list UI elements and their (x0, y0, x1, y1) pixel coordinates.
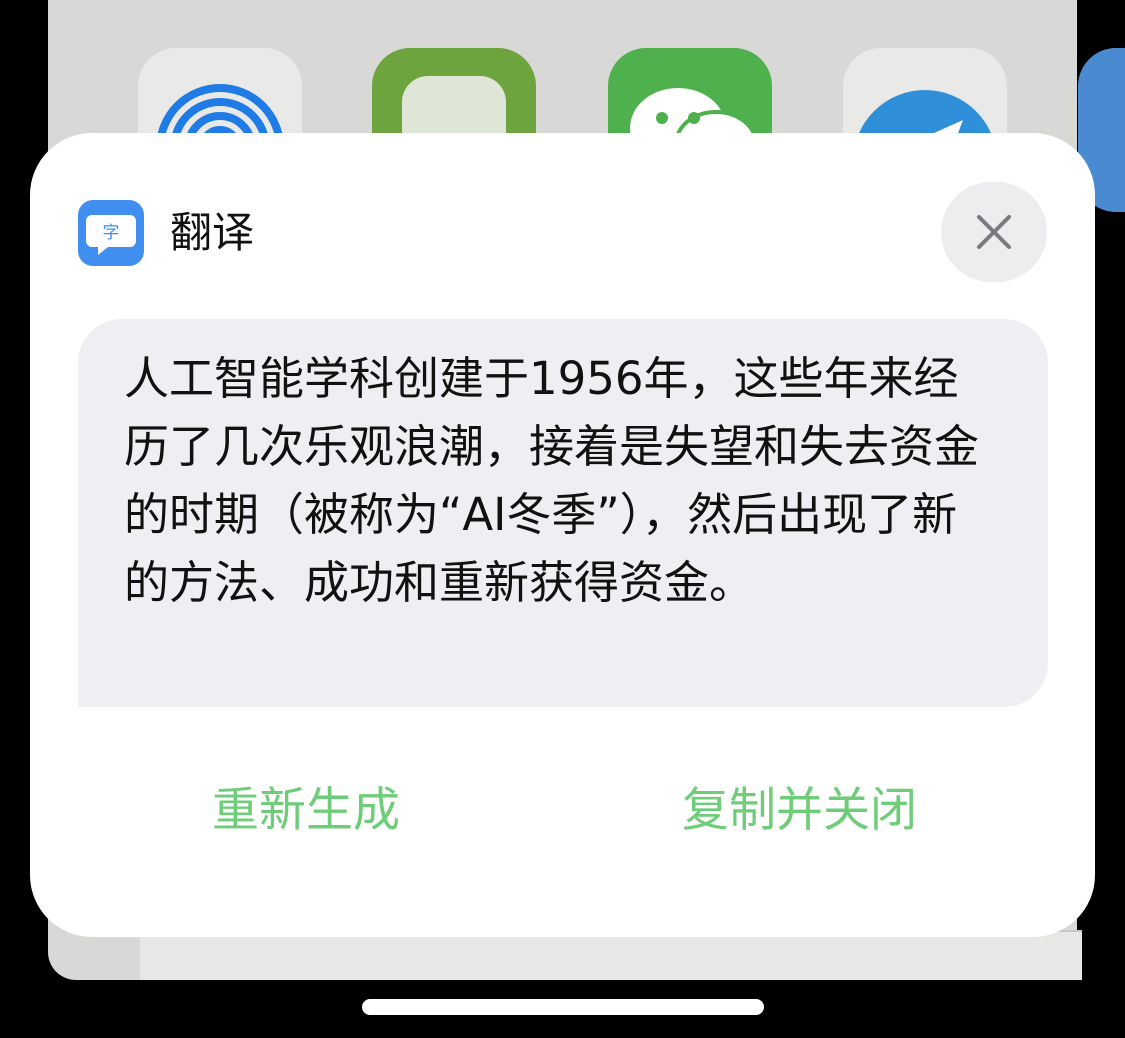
translate-char-icon: 字 (78, 200, 144, 266)
close-icon (977, 215, 1011, 249)
home-indicator[interactable] (362, 999, 764, 1015)
translation-result-text: 人工智能学科创建于1956年，这些年来经历了几次乐观浪潮，接着是失望和失去资金的… (124, 352, 980, 609)
app-icon-glyph: 字 (103, 223, 120, 243)
close-button[interactable] (941, 182, 1047, 282)
copy-and-close-button[interactable]: 复制并关闭 (682, 781, 917, 841)
translate-dialog: 字 翻译 人工智能学科创建于1956年，这些年来经历了几次乐观浪潮，接着是失望和… (30, 133, 1095, 937)
share-sheet-footer (140, 930, 1082, 980)
translation-result-box: 人工智能学科创建于1956年，这些年来经历了几次乐观浪潮，接着是失望和失去资金的… (78, 319, 1048, 707)
regenerate-button[interactable]: 重新生成 (212, 781, 400, 841)
dialog-title: 翻译 (170, 208, 255, 257)
